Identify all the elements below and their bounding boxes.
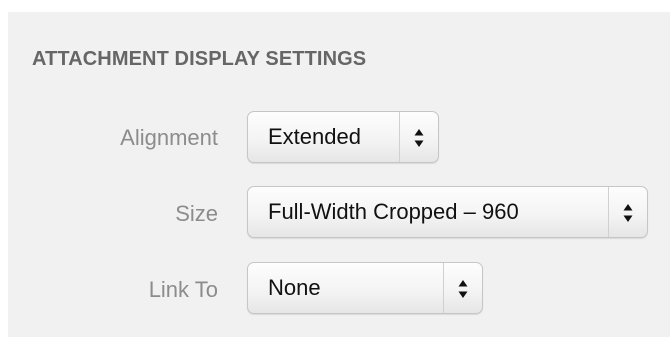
link-to-select-arrow xyxy=(443,263,482,313)
alignment-select[interactable]: Extended xyxy=(247,111,439,163)
size-select[interactable]: Full-Width Cropped – 960 xyxy=(247,186,648,238)
size-select-arrow xyxy=(608,187,647,237)
link-to-select[interactable]: None xyxy=(247,262,483,314)
alignment-select-arrow xyxy=(399,112,438,162)
size-select-value: Full-Width Cropped – 960 xyxy=(268,199,519,224)
up-down-chevron-icon xyxy=(623,204,633,222)
size-label: Size xyxy=(175,201,218,226)
up-down-chevron-icon xyxy=(458,280,468,298)
section-title: ATTACHMENT DISPLAY SETTINGS xyxy=(32,48,367,70)
alignment-select-value: Extended xyxy=(268,124,361,149)
link-to-label: Link To xyxy=(148,277,218,302)
up-down-chevron-icon xyxy=(414,129,424,147)
link-to-select-value: None xyxy=(268,275,321,300)
alignment-label: Alignment xyxy=(120,125,218,150)
